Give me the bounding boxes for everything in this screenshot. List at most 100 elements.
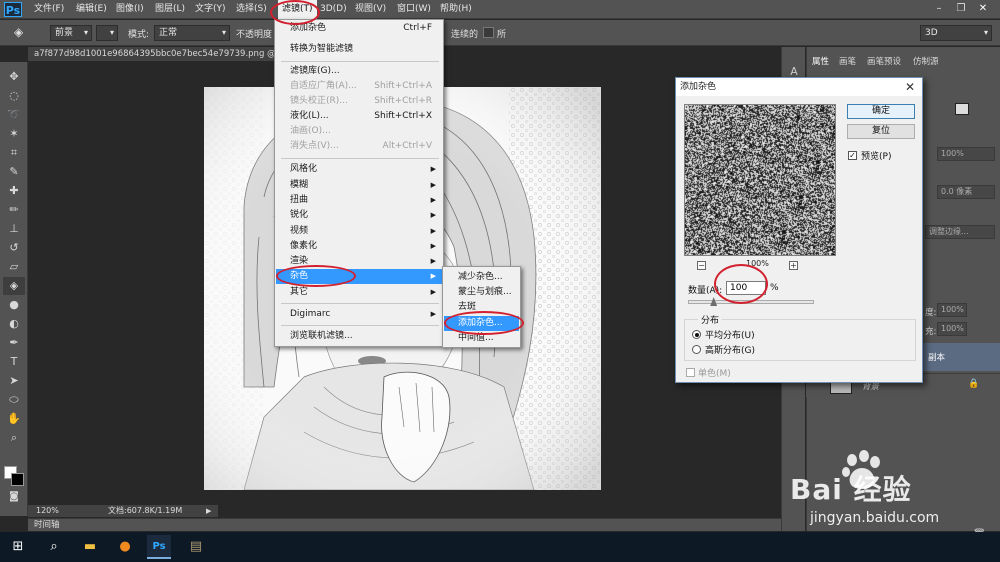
menu-item-other[interactable]: 其它 ▶ bbox=[276, 285, 442, 300]
menu-item-label: 锐化 bbox=[290, 210, 309, 220]
menu-file[interactable]: 文件(F) bbox=[34, 0, 64, 19]
layer-name: 副本 bbox=[928, 353, 946, 363]
eraser-tool-icon[interactable]: ▱ bbox=[3, 258, 25, 276]
all-layers-checkbox[interactable] bbox=[483, 27, 494, 38]
gaussian-radio[interactable] bbox=[692, 345, 701, 354]
magic-wand-tool-icon[interactable]: ✶ bbox=[3, 125, 25, 143]
menu-item-label: 像素化 bbox=[290, 241, 318, 251]
timeline-panel-tab[interactable]: 时间轴 bbox=[28, 518, 788, 531]
menu-edit[interactable]: 编辑(E) bbox=[76, 0, 107, 19]
minimize-icon[interactable]: – bbox=[930, 1, 948, 16]
restore-icon[interactable]: ❐ bbox=[952, 1, 970, 16]
paint-bucket-icon: ◈ bbox=[14, 25, 24, 39]
menu-item-sharpen[interactable]: 锐化 ▶ bbox=[276, 208, 442, 223]
zoom-readout[interactable]: 120% bbox=[36, 505, 59, 517]
pen-tool-icon[interactable]: ✒ bbox=[3, 334, 25, 352]
chevron-down-icon: ▾ bbox=[109, 28, 114, 37]
menu-item-blur[interactable]: 模糊 ▶ bbox=[276, 178, 442, 193]
menu-image[interactable]: 图像(I) bbox=[116, 0, 144, 19]
uniform-radio[interactable] bbox=[692, 330, 701, 339]
move-tool-icon[interactable]: ✥ bbox=[3, 68, 25, 86]
chevron-right-icon: ▶ bbox=[430, 181, 436, 189]
file-explorer-icon[interactable]: ▬ bbox=[78, 535, 102, 559]
eyedropper-tool-icon[interactable]: ✎ bbox=[3, 163, 25, 181]
path-selection-tool-icon[interactable]: ➤ bbox=[3, 372, 25, 390]
menu-item-distort[interactable]: 扭曲 ▶ bbox=[276, 193, 442, 208]
monochromatic-checkbox[interactable] bbox=[686, 368, 695, 377]
menu-view[interactable]: 视图(V) bbox=[355, 0, 386, 19]
pattern-select[interactable]: ▾ bbox=[96, 25, 118, 41]
menu-item-stylize[interactable]: 风格化 ▶ bbox=[276, 162, 442, 177]
menu-item-pixelate[interactable]: 像素化 ▶ bbox=[276, 239, 442, 254]
crop-tool-icon[interactable]: ⌗ bbox=[3, 144, 25, 162]
blur-tool-icon[interactable]: ● bbox=[3, 296, 25, 314]
annotation-ring-amount bbox=[714, 264, 768, 304]
quick-mask-icon[interactable]: ◙ bbox=[3, 488, 25, 506]
history-brush-tool-icon[interactable]: ↺ bbox=[3, 239, 25, 257]
menu-item-convert-smart-filter[interactable]: 转换为智能滤镜 bbox=[276, 42, 442, 57]
menu-select[interactable]: 选择(S) bbox=[236, 0, 267, 19]
mask-icon[interactable] bbox=[955, 103, 969, 115]
photoshop-taskbar-icon[interactable]: Ps bbox=[147, 535, 171, 559]
ok-button[interactable]: 确定 bbox=[847, 104, 915, 119]
chevron-right-icon: ▶ bbox=[430, 288, 436, 296]
search-icon[interactable]: ⌕ bbox=[42, 535, 66, 559]
submenu-item-dust-scratches[interactable]: 蒙尘与划痕... bbox=[444, 285, 519, 300]
menu-layer[interactable]: 图层(L) bbox=[155, 0, 185, 19]
menu-item-filter-gallery[interactable]: 滤镜库(G)... bbox=[276, 64, 442, 79]
type-tool-icon[interactable]: T bbox=[3, 353, 25, 371]
play-icon[interactable]: ▶ bbox=[206, 505, 211, 517]
clone-stamp-tool-icon[interactable]: ⊥ bbox=[3, 220, 25, 238]
menu-help[interactable]: 帮助(H) bbox=[440, 0, 472, 19]
feather-field[interactable]: 0.0 像素 bbox=[937, 185, 995, 199]
density-field[interactable]: 100% bbox=[937, 147, 995, 161]
tab-brush-presets[interactable]: 画笔预设 bbox=[867, 55, 901, 67]
image-viewer-icon[interactable]: ▤ bbox=[184, 535, 208, 559]
menu-window[interactable]: 窗口(W) bbox=[397, 0, 431, 19]
menu-bar: Ps 文件(F) 编辑(E) 图像(I) 图层(L) 文字(Y) 选择(S) 滤… bbox=[0, 0, 1000, 19]
close-icon[interactable]: ✕ bbox=[974, 1, 992, 16]
windows-taskbar: ⊞ ⌕ ▬ ● Ps ▤ bbox=[0, 532, 1000, 562]
brush-tool-icon[interactable]: ✏ bbox=[3, 201, 25, 219]
menu-item-digimarc[interactable]: Digimarc ▶ bbox=[276, 307, 442, 322]
menu-item-label: 转换为智能滤镜 bbox=[290, 44, 354, 54]
workspace-select[interactable]: 3D ▾ bbox=[920, 25, 992, 41]
fill-source-select[interactable]: 前景 ▾ bbox=[50, 25, 92, 41]
document-tab[interactable]: a7f877d98d1001e96864395bbc0e7bec54e79739… bbox=[28, 47, 278, 61]
hand-tool-icon[interactable]: ✋ bbox=[3, 410, 25, 428]
menu-item-browse-online-filters[interactable]: 浏览联机滤镜... bbox=[276, 329, 442, 344]
chevron-right-icon: ▶ bbox=[430, 227, 436, 235]
refine-edge-button[interactable]: 调整边缘... bbox=[925, 225, 995, 239]
layer-fill-field[interactable]: 100% bbox=[937, 322, 967, 336]
tab-clone-source[interactable]: 仿制源 bbox=[913, 55, 939, 67]
dodge-tool-icon[interactable]: ◐ bbox=[3, 315, 25, 333]
close-icon[interactable]: ✕ bbox=[902, 79, 918, 95]
layer-opacity-field[interactable]: 100% bbox=[937, 303, 967, 317]
menu-item-liquify[interactable]: 液化(L)... Shift+Ctrl+X bbox=[276, 109, 442, 124]
gaussian-label: 高斯分布(G) bbox=[705, 346, 755, 356]
dialog-title-bar[interactable]: 添加杂色 bbox=[676, 78, 922, 96]
background-color-swatch[interactable] bbox=[11, 473, 24, 486]
submenu-item-reduce-noise[interactable]: 减少杂色... bbox=[444, 270, 519, 285]
reset-button[interactable]: 复位 bbox=[847, 124, 915, 139]
mode-select[interactable]: 正常 ▾ bbox=[154, 25, 230, 41]
marquee-tool-icon[interactable]: ◌ bbox=[3, 87, 25, 105]
menu-3d[interactable]: 3D(D) bbox=[320, 0, 347, 19]
tab-brush[interactable]: 画笔 bbox=[839, 55, 856, 67]
mode-label: 模式: bbox=[128, 30, 150, 40]
zoom-tool-icon[interactable]: ⌕ bbox=[3, 429, 25, 447]
preview-checkbox[interactable]: ✓ bbox=[848, 151, 857, 160]
lock-icon: 🔒 bbox=[968, 379, 980, 389]
zoom-in-button[interactable]: + bbox=[789, 261, 798, 270]
zoom-out-button[interactable]: − bbox=[697, 261, 706, 270]
healing-brush-tool-icon[interactable]: ✚ bbox=[3, 182, 25, 200]
paint-bucket-tool-icon[interactable]: ◈ bbox=[3, 277, 25, 295]
browser-icon[interactable]: ● bbox=[113, 535, 137, 559]
lasso-tool-icon[interactable]: ➰ bbox=[3, 106, 25, 124]
noise-preview[interactable] bbox=[684, 104, 836, 256]
shape-tool-icon[interactable]: ⬭ bbox=[3, 391, 25, 409]
windows-start-icon[interactable]: ⊞ bbox=[6, 535, 30, 559]
tab-properties[interactable]: 属性 bbox=[812, 55, 829, 67]
menu-type[interactable]: 文字(Y) bbox=[195, 0, 226, 19]
menu-item-video[interactable]: 视频 ▶ bbox=[276, 224, 442, 239]
